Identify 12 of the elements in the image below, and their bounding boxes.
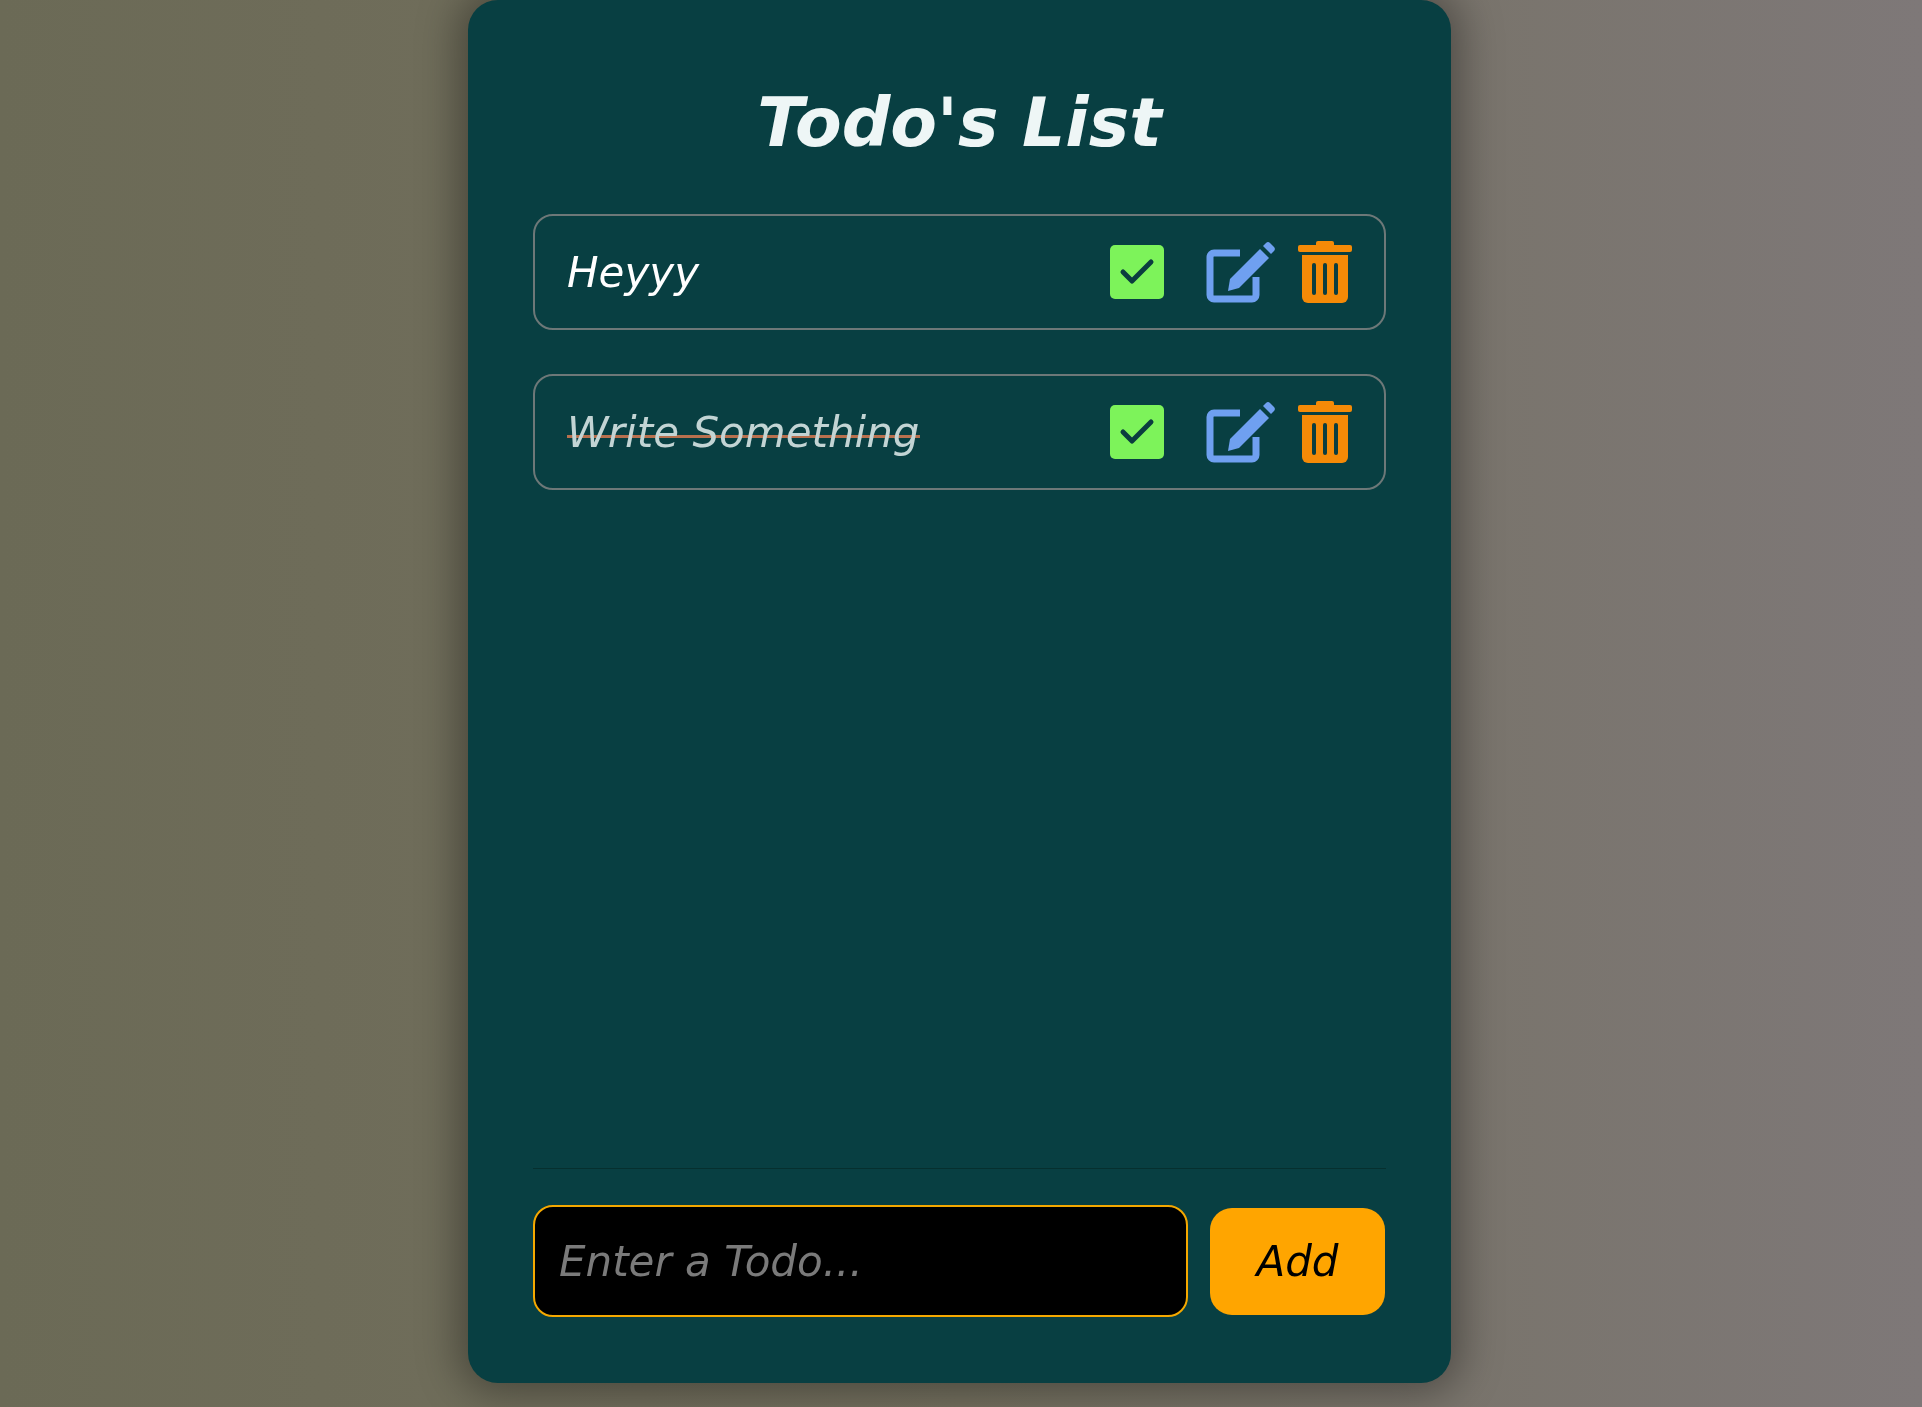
app-title: Todo's List	[756, 82, 1165, 164]
todo-input[interactable]: Enter a Todo...	[533, 1205, 1188, 1317]
checkbox[interactable]	[1110, 245, 1164, 299]
check-icon	[1119, 258, 1155, 286]
trash-icon[interactable]	[1298, 241, 1352, 303]
checkbox[interactable]	[1110, 405, 1164, 459]
check-icon	[1119, 418, 1155, 446]
edit-icon[interactable]	[1206, 401, 1276, 463]
edit-icon[interactable]	[1206, 241, 1276, 303]
trash-icon[interactable]	[1298, 401, 1352, 463]
add-button[interactable]: Add	[1210, 1207, 1385, 1315]
todo-text: Heyyy	[567, 247, 699, 297]
